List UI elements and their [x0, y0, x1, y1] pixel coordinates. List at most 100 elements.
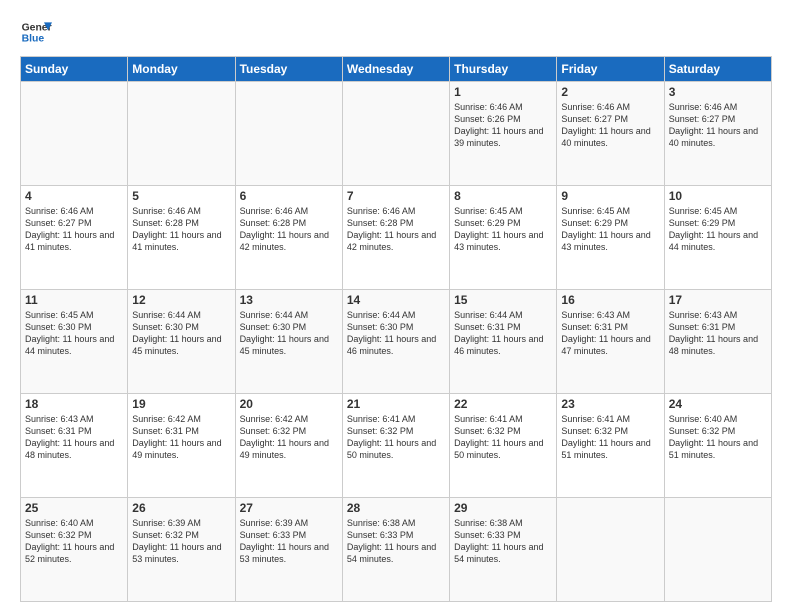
day-number: 15	[454, 293, 552, 307]
day-cell: 24 Sunrise: 6:40 AM Sunset: 6:32 PM Dayli…	[664, 394, 771, 498]
day-cell	[557, 498, 664, 602]
day-cell: 27 Sunrise: 6:39 AM Sunset: 6:33 PM Dayli…	[235, 498, 342, 602]
day-cell: 19 Sunrise: 6:42 AM Sunset: 6:31 PM Dayli…	[128, 394, 235, 498]
day-info: Sunrise: 6:45 AM Sunset: 6:29 PM Dayligh…	[669, 205, 767, 254]
day-number: 20	[240, 397, 338, 411]
day-cell	[342, 82, 449, 186]
header-day-saturday: Saturday	[664, 57, 771, 82]
day-cell: 8 Sunrise: 6:45 AM Sunset: 6:29 PM Daylig…	[450, 186, 557, 290]
day-cell: 14 Sunrise: 6:44 AM Sunset: 6:30 PM Dayli…	[342, 290, 449, 394]
day-number: 24	[669, 397, 767, 411]
day-info: Sunrise: 6:46 AM Sunset: 6:27 PM Dayligh…	[561, 101, 659, 150]
day-info: Sunrise: 6:38 AM Sunset: 6:33 PM Dayligh…	[347, 517, 445, 566]
day-number: 8	[454, 189, 552, 203]
week-row-2: 4 Sunrise: 6:46 AM Sunset: 6:27 PM Daylig…	[21, 186, 772, 290]
day-info: Sunrise: 6:45 AM Sunset: 6:29 PM Dayligh…	[561, 205, 659, 254]
day-number: 18	[25, 397, 123, 411]
day-info: Sunrise: 6:44 AM Sunset: 6:31 PM Dayligh…	[454, 309, 552, 358]
day-cell: 11 Sunrise: 6:45 AM Sunset: 6:30 PM Dayli…	[21, 290, 128, 394]
calendar-table: SundayMondayTuesdayWednesdayThursdayFrid…	[20, 56, 772, 602]
day-cell: 29 Sunrise: 6:38 AM Sunset: 6:33 PM Dayli…	[450, 498, 557, 602]
day-cell: 13 Sunrise: 6:44 AM Sunset: 6:30 PM Dayli…	[235, 290, 342, 394]
header-day-monday: Monday	[128, 57, 235, 82]
day-info: Sunrise: 6:41 AM Sunset: 6:32 PM Dayligh…	[561, 413, 659, 462]
day-number: 26	[132, 501, 230, 515]
week-row-1: 1 Sunrise: 6:46 AM Sunset: 6:26 PM Daylig…	[21, 82, 772, 186]
logo-icon: General Blue	[20, 16, 52, 48]
day-cell: 22Sunrise: 6:41 AM Sunset: 6:32 PM Dayli…	[450, 394, 557, 498]
day-info: Sunrise: 6:41 AM Sunset: 6:32 PM Dayligh…	[347, 413, 445, 462]
day-cell: 2 Sunrise: 6:46 AM Sunset: 6:27 PM Daylig…	[557, 82, 664, 186]
day-number: 2	[561, 85, 659, 99]
page: General Blue SundayMondayTuesdayWednesda…	[0, 0, 792, 612]
day-number: 21	[347, 397, 445, 411]
day-number: 23	[561, 397, 659, 411]
day-cell: 26Sunrise: 6:39 AM Sunset: 6:32 PM Dayli…	[128, 498, 235, 602]
day-cell: 7Sunrise: 6:46 AM Sunset: 6:28 PM Daylig…	[342, 186, 449, 290]
day-info: Sunrise: 6:46 AM Sunset: 6:28 PM Dayligh…	[240, 205, 338, 254]
day-cell: 16 Sunrise: 6:43 AM Sunset: 6:31 PM Dayli…	[557, 290, 664, 394]
day-cell: 5Sunrise: 6:46 AM Sunset: 6:28 PM Daylig…	[128, 186, 235, 290]
header-day-friday: Friday	[557, 57, 664, 82]
svg-text:Blue: Blue	[22, 34, 45, 45]
day-cell: 10 Sunrise: 6:45 AM Sunset: 6:29 PM Dayli…	[664, 186, 771, 290]
day-cell: 18Sunrise: 6:43 AM Sunset: 6:31 PM Dayli…	[21, 394, 128, 498]
day-cell: 23 Sunrise: 6:41 AM Sunset: 6:32 PM Dayli…	[557, 394, 664, 498]
day-number: 22	[454, 397, 552, 411]
day-number: 27	[240, 501, 338, 515]
day-info: Sunrise: 6:40 AM Sunset: 6:32 PM Dayligh…	[669, 413, 767, 462]
day-number: 4	[25, 189, 123, 203]
week-row-4: 18Sunrise: 6:43 AM Sunset: 6:31 PM Dayli…	[21, 394, 772, 498]
week-row-5: 25 Sunrise: 6:40 AM Sunset: 6:32 PM Dayli…	[21, 498, 772, 602]
header-day-thursday: Thursday	[450, 57, 557, 82]
header-day-tuesday: Tuesday	[235, 57, 342, 82]
header: General Blue	[20, 16, 772, 48]
day-info: Sunrise: 6:42 AM Sunset: 6:32 PM Dayligh…	[240, 413, 338, 462]
day-info: Sunrise: 6:43 AM Sunset: 6:31 PM Dayligh…	[561, 309, 659, 358]
header-day-wednesday: Wednesday	[342, 57, 449, 82]
day-number: 17	[669, 293, 767, 307]
day-info: Sunrise: 6:39 AM Sunset: 6:33 PM Dayligh…	[240, 517, 338, 566]
day-number: 14	[347, 293, 445, 307]
day-info: Sunrise: 6:45 AM Sunset: 6:29 PM Dayligh…	[454, 205, 552, 254]
day-cell	[235, 82, 342, 186]
day-cell: 25 Sunrise: 6:40 AM Sunset: 6:32 PM Dayli…	[21, 498, 128, 602]
day-number: 3	[669, 85, 767, 99]
day-number: 13	[240, 293, 338, 307]
day-cell: 20 Sunrise: 6:42 AM Sunset: 6:32 PM Dayli…	[235, 394, 342, 498]
day-number: 9	[561, 189, 659, 203]
day-number: 16	[561, 293, 659, 307]
day-cell: 15 Sunrise: 6:44 AM Sunset: 6:31 PM Dayli…	[450, 290, 557, 394]
day-number: 25	[25, 501, 123, 515]
day-info: Sunrise: 6:44 AM Sunset: 6:30 PM Dayligh…	[347, 309, 445, 358]
day-number: 5	[132, 189, 230, 203]
day-cell: 6Sunrise: 6:46 AM Sunset: 6:28 PM Daylig…	[235, 186, 342, 290]
day-cell: 4 Sunrise: 6:46 AM Sunset: 6:27 PM Daylig…	[21, 186, 128, 290]
day-info: Sunrise: 6:44 AM Sunset: 6:30 PM Dayligh…	[240, 309, 338, 358]
day-cell: 3 Sunrise: 6:46 AM Sunset: 6:27 PM Daylig…	[664, 82, 771, 186]
header-day-sunday: Sunday	[21, 57, 128, 82]
day-cell: 1 Sunrise: 6:46 AM Sunset: 6:26 PM Daylig…	[450, 82, 557, 186]
day-cell: 21 Sunrise: 6:41 AM Sunset: 6:32 PM Dayli…	[342, 394, 449, 498]
day-info: Sunrise: 6:44 AM Sunset: 6:30 PM Dayligh…	[132, 309, 230, 358]
day-info: Sunrise: 6:46 AM Sunset: 6:27 PM Dayligh…	[669, 101, 767, 150]
day-number: 11	[25, 293, 123, 307]
day-number: 29	[454, 501, 552, 515]
day-info: Sunrise: 6:38 AM Sunset: 6:33 PM Dayligh…	[454, 517, 552, 566]
day-cell: 28Sunrise: 6:38 AM Sunset: 6:33 PM Dayli…	[342, 498, 449, 602]
day-info: Sunrise: 6:42 AM Sunset: 6:31 PM Dayligh…	[132, 413, 230, 462]
day-info: Sunrise: 6:46 AM Sunset: 6:27 PM Dayligh…	[25, 205, 123, 254]
day-info: Sunrise: 6:45 AM Sunset: 6:30 PM Dayligh…	[25, 309, 123, 358]
day-info: Sunrise: 6:46 AM Sunset: 6:28 PM Dayligh…	[347, 205, 445, 254]
week-row-3: 11 Sunrise: 6:45 AM Sunset: 6:30 PM Dayli…	[21, 290, 772, 394]
logo: General Blue	[20, 16, 52, 48]
day-number: 10	[669, 189, 767, 203]
day-cell: 12Sunrise: 6:44 AM Sunset: 6:30 PM Dayli…	[128, 290, 235, 394]
day-info: Sunrise: 6:43 AM Sunset: 6:31 PM Dayligh…	[669, 309, 767, 358]
day-cell: 17 Sunrise: 6:43 AM Sunset: 6:31 PM Dayli…	[664, 290, 771, 394]
day-info: Sunrise: 6:46 AM Sunset: 6:26 PM Dayligh…	[454, 101, 552, 150]
day-number: 19	[132, 397, 230, 411]
day-number: 1	[454, 85, 552, 99]
day-info: Sunrise: 6:40 AM Sunset: 6:32 PM Dayligh…	[25, 517, 123, 566]
day-cell	[21, 82, 128, 186]
